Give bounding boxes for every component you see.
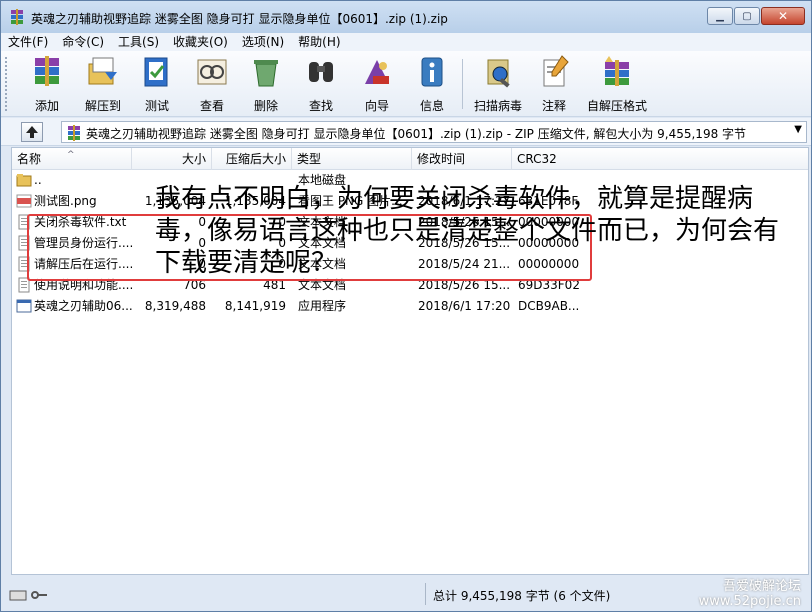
menu-favorites[interactable]: 收藏夹(O) bbox=[166, 33, 235, 51]
extract-to-icon bbox=[88, 57, 117, 85]
file-name: .. bbox=[34, 173, 42, 187]
file-modified: 2018/6/1 17:20 bbox=[418, 299, 511, 313]
winrar-window: 英魂之刃辅助视野追踪 迷雾全图 隐身可打 显示隐身单位【0601】.zip (1… bbox=[0, 0, 812, 612]
extract-to-button[interactable]: 解压到 bbox=[73, 54, 133, 114]
zip-archive-icon bbox=[68, 125, 80, 141]
path-combobox[interactable]: 英魂之刃辅助视野追踪 迷雾全图 隐身可打 显示隐身单位【0601】.zip (1… bbox=[61, 121, 807, 143]
title-bar[interactable]: 英魂之刃辅助视野追踪 迷雾全图 隐身可打 显示隐身单位【0601】.zip (1… bbox=[1, 1, 811, 33]
maximize-button[interactable]: ▢ bbox=[734, 7, 760, 25]
archive-path-text: 英魂之刃辅助视野追踪 迷雾全图 隐身可打 显示隐身单位【0601】.zip (1… bbox=[86, 127, 747, 141]
up-arrow-icon bbox=[26, 126, 38, 138]
comment-button[interactable]: 注释 bbox=[527, 54, 581, 114]
menu-bar: 文件(F) 命令(C) 工具(S) 收藏夹(O) 选项(N) 帮助(H) bbox=[1, 33, 811, 51]
address-bar: 英魂之刃辅助视野追踪 迷雾全图 隐身可打 显示隐身单位【0601】.zip (1… bbox=[1, 118, 811, 146]
toolbar: 添加 解压到 测试 查看 删除 查找 向导 信息 扫描病毒 注释 自解压格式 bbox=[1, 51, 811, 117]
menu-file[interactable]: 文件(F) bbox=[1, 33, 55, 51]
column-type[interactable]: 类型 bbox=[292, 148, 412, 170]
wizard-button[interactable]: 向导 bbox=[349, 54, 405, 114]
virus-scan-icon bbox=[487, 59, 510, 88]
comment-icon bbox=[543, 55, 569, 87]
toolbar-grip[interactable] bbox=[5, 57, 9, 111]
watermark: 吾爱破解论坛 www.52pojie.cn bbox=[698, 579, 801, 609]
menu-options[interactable]: 选项(N) bbox=[235, 33, 291, 51]
file-packed-size: 8,141,919 bbox=[224, 299, 286, 313]
add-button[interactable]: 添加 bbox=[17, 54, 77, 114]
find-button[interactable]: 查找 bbox=[293, 54, 349, 114]
menu-help[interactable]: 帮助(H) bbox=[291, 33, 347, 51]
chevron-down-icon[interactable]: ▼ bbox=[794, 124, 802, 135]
file-type: 应用程序 bbox=[298, 299, 347, 313]
table-row[interactable]: 英魂之刃辅助06.... 8,319,488 8,141,919 应用程序 2018/6… bbox=[12, 296, 808, 317]
folder-up-icon bbox=[16, 174, 32, 187]
test-button[interactable]: 测试 bbox=[129, 54, 185, 114]
test-icon bbox=[144, 57, 168, 87]
status-total: 总计 9,455,198 字节 (6 个文件) bbox=[433, 589, 611, 603]
minimize-button[interactable]: ▁ bbox=[707, 7, 733, 25]
list-header: 名称 ^ 大小 压缩后大小 类型 修改时间 CRC32 bbox=[12, 148, 808, 170]
toolbar-separator bbox=[462, 59, 463, 109]
drive-key-icon bbox=[9, 590, 47, 601]
column-name[interactable]: 名称 ^ bbox=[12, 148, 132, 170]
file-crc32: DCB9AB... bbox=[518, 299, 580, 313]
view-button[interactable]: 查看 bbox=[185, 54, 239, 114]
status-divider bbox=[425, 583, 426, 605]
info-button[interactable]: 信息 bbox=[405, 54, 459, 114]
png-file-icon bbox=[16, 194, 32, 208]
winrar-app-icon bbox=[11, 9, 23, 25]
delete-icon bbox=[254, 60, 278, 87]
sort-ascending-icon: ^ bbox=[67, 150, 75, 160]
column-modified[interactable]: 修改时间 bbox=[412, 148, 512, 170]
add-archive-icon bbox=[35, 56, 59, 86]
column-crc32[interactable]: CRC32 bbox=[512, 148, 808, 170]
exe-file-icon bbox=[16, 299, 32, 313]
file-size: 8,319,488 bbox=[144, 299, 206, 313]
delete-button[interactable]: 删除 bbox=[239, 54, 293, 114]
sfx-button[interactable]: 自解压格式 bbox=[581, 54, 653, 114]
menu-commands[interactable]: 命令(C) bbox=[55, 33, 111, 51]
find-icon bbox=[309, 62, 333, 82]
column-size[interactable]: 大小 bbox=[132, 148, 212, 170]
view-icon bbox=[197, 59, 227, 85]
window-title: 英魂之刃辅助视野追踪 迷雾全图 隐身可打 显示隐身单位【0601】.zip (1… bbox=[31, 12, 448, 26]
user-comment-text: 我有点不明白，为何要关闭杀毒软件，就算是提醒病毒，像易语言这种也只是清楚整个文件… bbox=[155, 184, 780, 278]
virus-scan-button[interactable]: 扫描病毒 bbox=[467, 54, 529, 114]
column-packed-size[interactable]: 压缩后大小 bbox=[212, 148, 292, 170]
file-name: 测试图.png bbox=[34, 194, 97, 208]
file-name: 英魂之刃辅助06.... bbox=[34, 299, 134, 313]
status-bar: 总计 9,455,198 字节 (6 个文件) 吾爱破解论坛 www.52poj… bbox=[1, 579, 811, 611]
up-folder-button[interactable] bbox=[21, 122, 43, 142]
sfx-icon bbox=[605, 56, 629, 86]
close-button[interactable]: ✕ bbox=[761, 7, 805, 25]
menu-tools[interactable]: 工具(S) bbox=[111, 33, 166, 51]
info-icon bbox=[421, 57, 443, 87]
wizard-icon bbox=[365, 60, 389, 84]
